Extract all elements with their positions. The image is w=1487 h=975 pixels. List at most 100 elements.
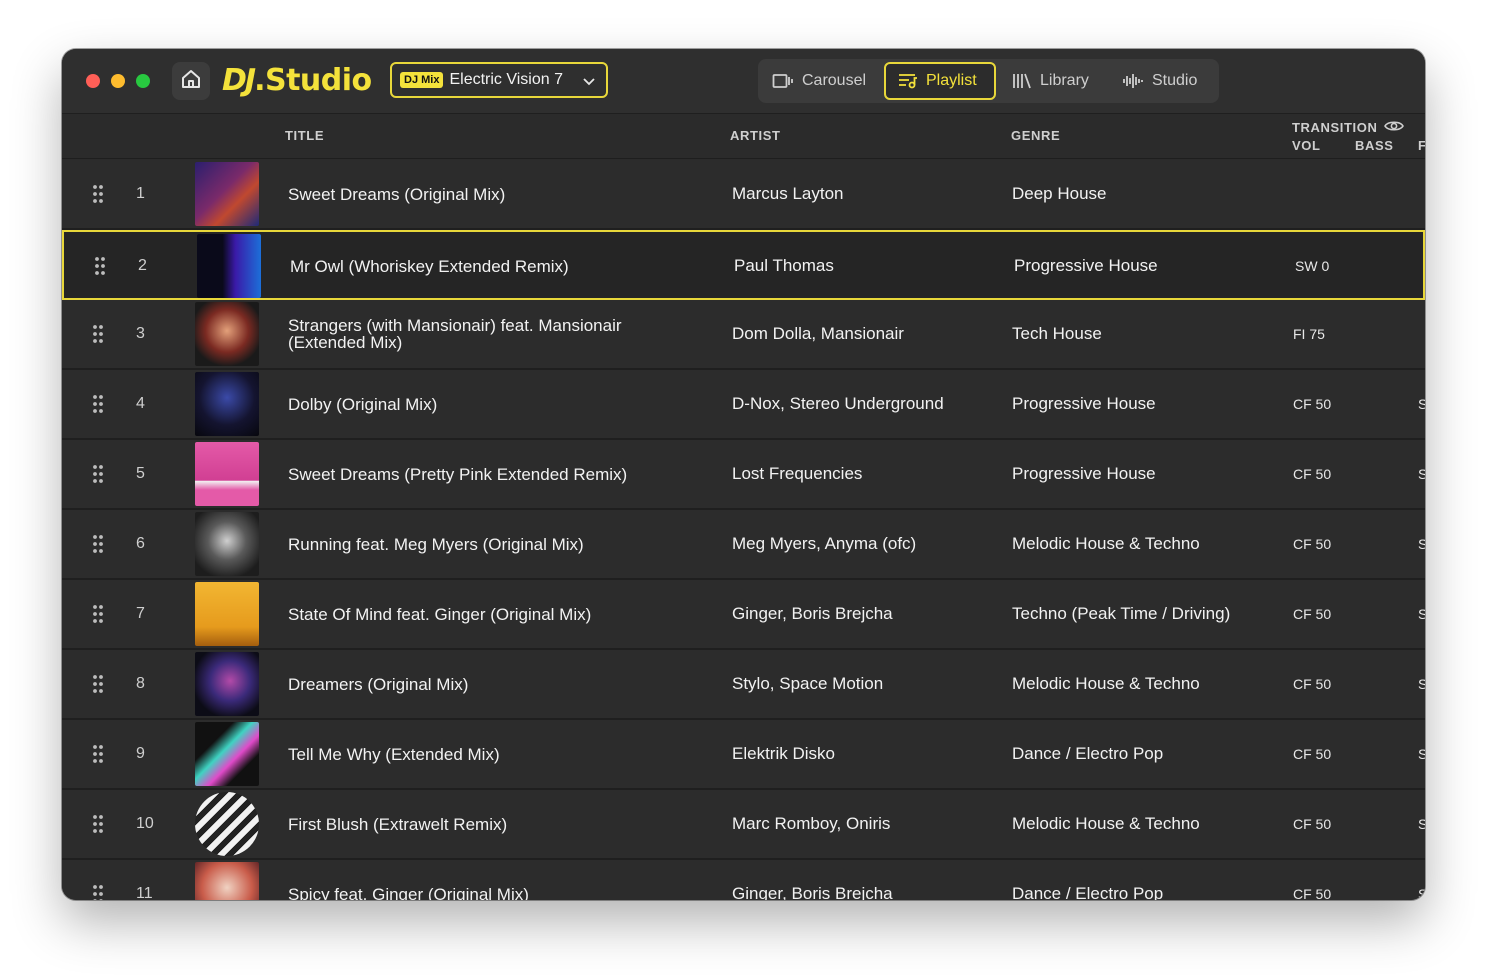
album-art bbox=[195, 162, 259, 226]
playlist-icon bbox=[898, 72, 918, 90]
track-artist: Lost Frequencies bbox=[732, 464, 863, 483]
track-row[interactable]: 5 Sweet Dreams (Pretty Pink Extended Rem… bbox=[62, 440, 1425, 510]
carousel-icon bbox=[772, 72, 794, 90]
track-artist: Marc Romboy, Oniris bbox=[732, 814, 891, 833]
mix-selector[interactable]: DJ Mix Electric Vision 7 bbox=[390, 62, 608, 98]
track-row[interactable]: 9 Tell Me Why (Extended Mix) Elektrik Di… bbox=[62, 720, 1425, 790]
home-button[interactable] bbox=[172, 62, 210, 100]
app-window: DJ .Studio DJ Mix Electric Vision 7 Carou… bbox=[62, 49, 1425, 900]
column-genre[interactable]: GENRE bbox=[1011, 128, 1060, 143]
view-switcher: Carousel Playlist Library Studio bbox=[758, 59, 1219, 103]
drag-handle-icon[interactable] bbox=[92, 580, 106, 648]
track-artist: Ginger, Boris Brejcha bbox=[732, 884, 893, 900]
column-edge[interactable]: F bbox=[1418, 138, 1425, 153]
track-title: Running feat. Meg Myers (Original Mix) bbox=[288, 534, 584, 554]
drag-handle-icon[interactable] bbox=[92, 510, 106, 578]
track-genre: Tech House bbox=[1012, 324, 1102, 343]
drag-handle-icon[interactable] bbox=[92, 160, 106, 228]
track-transition[interactable]: CF 50 bbox=[1293, 510, 1331, 578]
track-transition[interactable]: CF 50 bbox=[1293, 720, 1331, 788]
close-window-button[interactable] bbox=[86, 74, 100, 88]
track-genre: Melodic House & Techno bbox=[1012, 814, 1200, 833]
track-row[interactable]: 10 First Blush (Extrawelt Remix) Marc Ro… bbox=[62, 790, 1425, 860]
track-artist: Paul Thomas bbox=[734, 256, 834, 275]
track-title: Sweet Dreams (Original Mix) bbox=[288, 184, 506, 204]
column-transition[interactable]: TRANSITION bbox=[1292, 120, 1377, 135]
table-header: TITLE ARTIST GENRE TRANSITION VOL BASS F bbox=[62, 114, 1425, 159]
album-art bbox=[195, 582, 259, 646]
track-genre: Melodic House & Techno bbox=[1012, 674, 1200, 693]
track-number: 1 bbox=[136, 185, 145, 202]
track-genre: Melodic House & Techno bbox=[1012, 534, 1200, 553]
track-row[interactable]: 7 State Of Mind feat. Ginger (Original M… bbox=[62, 580, 1425, 650]
drag-handle-icon[interactable] bbox=[92, 860, 106, 900]
track-artist: Dom Dolla, Mansionair bbox=[732, 324, 904, 343]
track-row[interactable]: 11 Spicy feat. Ginger (Original Mix) Gin… bbox=[62, 860, 1425, 900]
track-number: 9 bbox=[136, 745, 145, 762]
track-transition[interactable]: CF 50 bbox=[1293, 370, 1331, 438]
track-edge-value: S bbox=[1418, 746, 1425, 762]
track-artist: Ginger, Boris Brejcha bbox=[732, 604, 893, 623]
track-artist: Marcus Layton bbox=[732, 184, 844, 203]
chevron-down-icon bbox=[582, 74, 596, 93]
waveform-icon bbox=[1122, 72, 1144, 90]
column-title[interactable]: TITLE bbox=[285, 128, 324, 143]
column-artist[interactable]: ARTIST bbox=[730, 128, 781, 143]
album-art bbox=[195, 442, 259, 506]
drag-handle-icon[interactable] bbox=[92, 720, 106, 788]
track-edge-value: S bbox=[1418, 676, 1425, 692]
album-art bbox=[195, 722, 259, 786]
drag-handle-icon[interactable] bbox=[92, 370, 106, 438]
drag-handle-icon[interactable] bbox=[92, 300, 106, 368]
track-artist: Stylo, Space Motion bbox=[732, 674, 884, 693]
track-transition[interactable]: SW 0 bbox=[1295, 232, 1329, 300]
track-title: Mr Owl (Whoriskey Extended Remix) bbox=[290, 256, 569, 276]
track-row[interactable]: 3 Strangers (with Mansionair) feat. Mans… bbox=[62, 300, 1425, 370]
track-transition[interactable]: CF 50 bbox=[1293, 650, 1331, 718]
column-vol[interactable]: VOL bbox=[1292, 138, 1321, 153]
track-edge-value: S bbox=[1418, 396, 1425, 412]
track-edge-value: S bbox=[1418, 606, 1425, 622]
mix-type-badge: DJ Mix bbox=[400, 72, 444, 88]
zoom-window-button[interactable] bbox=[136, 74, 150, 88]
album-art bbox=[195, 512, 259, 576]
track-number: 6 bbox=[136, 535, 145, 552]
track-number: 3 bbox=[136, 325, 145, 342]
track-title: Sweet Dreams (Pretty Pink Extended Remix… bbox=[288, 464, 628, 484]
track-transition[interactable]: FI 75 bbox=[1293, 300, 1325, 368]
track-row[interactable]: 6 Running feat. Meg Myers (Original Mix)… bbox=[62, 510, 1425, 580]
track-transition[interactable]: CF 50 bbox=[1293, 440, 1331, 508]
track-row[interactable]: 2 Mr Owl (Whoriskey Extended Remix) Paul… bbox=[62, 230, 1425, 300]
track-title: Tell Me Why (Extended Mix) bbox=[288, 744, 500, 764]
track-edge-value: S bbox=[1418, 816, 1425, 832]
column-bass[interactable]: BASS bbox=[1355, 138, 1394, 153]
track-artist: D-Nox, Stereo Underground bbox=[732, 394, 944, 413]
track-title: Strangers (with Mansionair) feat. Mansio… bbox=[288, 316, 622, 352]
tab-studio[interactable]: Studio bbox=[1110, 62, 1214, 100]
track-number: 8 bbox=[136, 675, 145, 692]
minimize-window-button[interactable] bbox=[111, 74, 125, 88]
eye-icon[interactable] bbox=[1384, 119, 1404, 136]
track-transition[interactable]: CF 50 bbox=[1293, 790, 1331, 858]
tab-playlist[interactable]: Playlist bbox=[884, 62, 996, 100]
track-transition[interactable]: CF 50 bbox=[1293, 860, 1331, 900]
drag-handle-icon[interactable] bbox=[92, 650, 106, 718]
track-artist: Elektrik Disko bbox=[732, 744, 835, 763]
track-number: 10 bbox=[136, 815, 154, 832]
title-bar: DJ .Studio DJ Mix Electric Vision 7 Carou… bbox=[62, 49, 1425, 114]
album-art bbox=[195, 302, 259, 366]
drag-handle-icon[interactable] bbox=[94, 232, 108, 300]
drag-handle-icon[interactable] bbox=[92, 790, 106, 858]
track-genre: Progressive House bbox=[1012, 464, 1156, 483]
drag-handle-icon[interactable] bbox=[92, 440, 106, 508]
track-number: 4 bbox=[136, 395, 145, 412]
track-transition[interactable]: CF 50 bbox=[1293, 580, 1331, 648]
home-icon bbox=[180, 68, 202, 95]
album-art bbox=[195, 652, 259, 716]
track-row[interactable]: 1 Sweet Dreams (Original Mix) Marcus Lay… bbox=[62, 160, 1425, 230]
track-row[interactable]: 4 Dolby (Original Mix) D-Nox, Stereo Und… bbox=[62, 370, 1425, 440]
track-row[interactable]: 8 Dreamers (Original Mix) Stylo, Space M… bbox=[62, 650, 1425, 720]
tab-library[interactable]: Library bbox=[1000, 62, 1106, 100]
tab-carousel[interactable]: Carousel bbox=[760, 62, 883, 100]
track-genre: Progressive House bbox=[1012, 394, 1156, 413]
